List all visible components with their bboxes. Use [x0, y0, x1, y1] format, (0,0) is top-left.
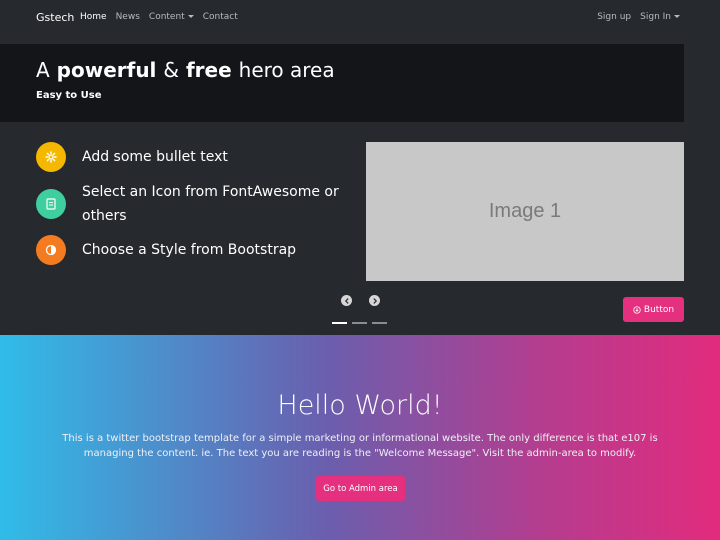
signup-link[interactable]: Sign up [597, 12, 631, 22]
half-circle-icon [36, 235, 66, 265]
hero-title-part: A [36, 58, 50, 82]
bullet-text: Add some bullet text [82, 149, 228, 165]
hero-title-part: free [185, 58, 232, 82]
signin-dropdown[interactable]: Sign In [640, 12, 680, 22]
slide-label: Image 1 [488, 200, 562, 222]
hero-title-part: powerful [56, 58, 157, 82]
welcome-title: Hello World! [277, 390, 443, 421]
gear-icon [36, 142, 66, 172]
nav-item-home[interactable]: Home [80, 12, 107, 22]
hero-button[interactable]: Button [623, 297, 684, 322]
hero-header [0, 44, 684, 122]
bullet-text: Choose a Style from Bootstrap [82, 242, 297, 258]
chevron-left-icon [344, 297, 349, 304]
brand-logo[interactable]: Gstech [36, 11, 74, 24]
hero-title-part: & [163, 58, 179, 82]
main-nav: Home News Content Contact [80, 12, 238, 22]
chevron-down-icon [187, 15, 194, 18]
carousel-indicators [332, 322, 387, 324]
carousel-indicator[interactable] [332, 322, 347, 324]
nav-item-contact[interactable]: Contact [203, 12, 238, 22]
user-nav: Sign up Sign In [597, 12, 680, 22]
carousel-prev-button[interactable] [341, 295, 352, 306]
carousel-next-button[interactable] [369, 295, 380, 306]
nav-item-news[interactable]: News [116, 12, 140, 22]
welcome-text: This is a twitter bootstrap template for… [62, 433, 658, 459]
carousel-slide[interactable]: Image 1 [366, 142, 684, 281]
navbar: Gstech Home News Content Contact Sign up… [0, 0, 720, 36]
file-icon [36, 189, 66, 219]
admin-area-button[interactable]: Go to Admin area [316, 476, 405, 501]
signin-label: Sign In [640, 12, 671, 22]
hero-subtitle: Easy to Use [36, 90, 102, 101]
download-circle-icon [633, 305, 641, 314]
carousel-indicator[interactable] [352, 322, 367, 324]
hero-title: A powerful & free hero area [36, 58, 335, 82]
nav-item-content-label: Content [148, 12, 185, 22]
carousel-indicator[interactable] [372, 322, 387, 324]
chevron-right-icon [372, 297, 377, 304]
hero-button-label: Button [643, 304, 675, 315]
nav-item-content[interactable]: Content [149, 12, 194, 22]
hero-title-part: hero area [238, 58, 335, 82]
chevron-down-icon [674, 15, 680, 18]
bullet-text: Select an Icon from FontAwesome or other… [82, 184, 339, 224]
